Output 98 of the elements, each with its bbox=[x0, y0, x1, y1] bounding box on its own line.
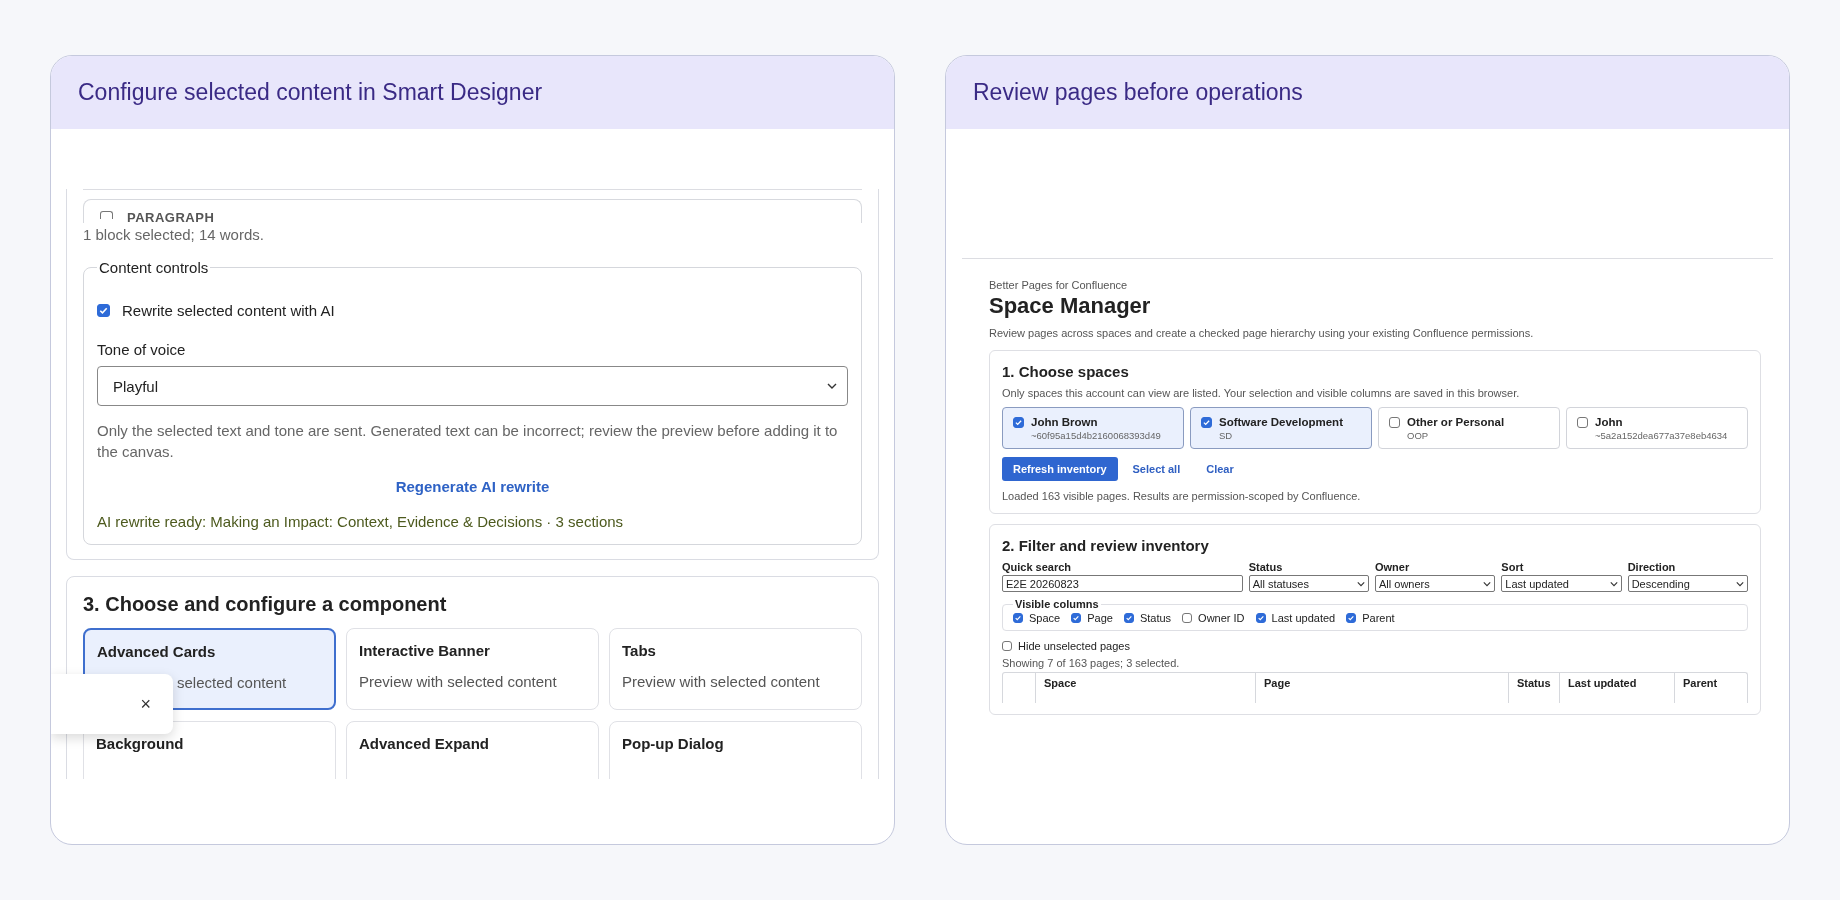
checkmark-icon bbox=[1124, 614, 1133, 622]
checkbox[interactable] bbox=[97, 304, 110, 317]
selection-summary: 1 block selected; 14 words. bbox=[83, 226, 265, 243]
checkmark-icon bbox=[1014, 614, 1022, 622]
checkbox[interactable] bbox=[1201, 417, 1212, 428]
checkbox[interactable] bbox=[1071, 613, 1082, 623]
checkbox-label: Page bbox=[1087, 612, 1113, 624]
hint-text: Only spaces this account can view are listed. Your selection and visible columns are saved in this browser. bbox=[1002, 387, 1521, 399]
checkmark-icon bbox=[1256, 614, 1265, 622]
filter-dropdown[interactable]: Descending bbox=[1627, 575, 1748, 592]
checkmark-icon bbox=[1202, 418, 1211, 427]
group-legend: Visible columns bbox=[1013, 598, 1101, 610]
filter-dropdown[interactable]: All owners bbox=[1375, 575, 1496, 592]
filter-dropdown[interactable]: All statuses bbox=[1248, 575, 1369, 592]
component-description: Preview with selected content bbox=[359, 673, 558, 690]
component-card[interactable]: Pop-up Dialog bbox=[609, 721, 862, 779]
space-option[interactable]: John ~5a2a152dea677a37e8eb4634 bbox=[1566, 407, 1748, 449]
component-description: selected content bbox=[176, 674, 288, 691]
checkbox-label: Owner ID bbox=[1198, 612, 1245, 624]
space-name: Software Development bbox=[1219, 416, 1343, 428]
space-name: Other or Personal bbox=[1407, 416, 1505, 428]
checkbox-label: Space bbox=[1029, 612, 1061, 624]
app-brand: Better Pages for Confluence bbox=[989, 279, 1129, 291]
status-text: Loaded 163 visible pages. Results are permission-scoped by Confluence. bbox=[1002, 490, 1362, 502]
search-field[interactable]: E2E 20260823 bbox=[1002, 575, 1243, 592]
checkbox[interactable] bbox=[1002, 641, 1012, 651]
checkbox-label: Status bbox=[1139, 612, 1172, 624]
column-header: Space bbox=[1035, 673, 1255, 703]
chevron-down-icon bbox=[1736, 580, 1744, 587]
group-legend: Content controls bbox=[97, 259, 211, 276]
disclaimer-text: Only the selected text and tone are sent. Generated text can be incorrect; review the preview before adding it to the canvas. bbox=[97, 421, 839, 462]
section-heading: 3. Choose and configure a component bbox=[83, 593, 448, 616]
component-name: Background bbox=[96, 735, 185, 752]
checkbox[interactable] bbox=[1013, 613, 1023, 623]
component-card[interactable]: Tabs Preview with selected content bbox=[609, 628, 862, 710]
component-name: Interactive Banner bbox=[359, 642, 491, 659]
checkbox-label: Parent bbox=[1362, 612, 1395, 624]
checkbox[interactable] bbox=[1389, 417, 1400, 428]
block-type-label: PARAGRAPH bbox=[127, 211, 215, 223]
column-header: Status bbox=[1508, 673, 1559, 703]
section-heading: 1. Choose spaces bbox=[1002, 363, 1130, 380]
checkmark-icon bbox=[1347, 614, 1356, 622]
checkbox[interactable] bbox=[1182, 613, 1193, 623]
space-key: ~5a2a152dea677a37e8eb4634 bbox=[1595, 430, 1728, 441]
chevron-down-icon bbox=[1483, 580, 1492, 587]
field-label: Tone of voice bbox=[97, 341, 187, 358]
component-description: Preview with selected content bbox=[622, 673, 821, 690]
tone-dropdown[interactable]: Playful bbox=[97, 366, 848, 406]
column-header: Page bbox=[1255, 673, 1508, 703]
link-button[interactable]: Clear bbox=[1195, 457, 1245, 481]
checkbox-label: Rewrite selected content with AI bbox=[122, 302, 335, 319]
field-label: Owner bbox=[1375, 561, 1411, 573]
checkbox-label: Last updated bbox=[1271, 612, 1336, 624]
column-header: Last updated bbox=[1559, 673, 1674, 703]
refresh-button[interactable]: Refresh inventory bbox=[1002, 457, 1118, 481]
space-option[interactable]: Other or Personal OOP bbox=[1378, 407, 1560, 449]
page-heading: Space Manager bbox=[989, 293, 1152, 319]
checkmark-icon bbox=[98, 305, 109, 316]
checkbox[interactable] bbox=[1577, 417, 1588, 428]
space-name: John bbox=[1595, 416, 1624, 428]
checkbox[interactable] bbox=[1013, 417, 1024, 428]
component-card[interactable]: Interactive Banner Preview with selected content bbox=[346, 628, 599, 710]
checkbox[interactable] bbox=[100, 211, 113, 219]
field-label: Quick search bbox=[1002, 561, 1073, 573]
field-label: Status bbox=[1248, 561, 1284, 573]
chevron-down-icon bbox=[827, 383, 837, 389]
checkbox-label: Hide unselected pages bbox=[1018, 640, 1130, 652]
intro-text: Review pages across spaces and create a checked page hierarchy using your existing Confluence permissions. bbox=[989, 327, 1535, 339]
column-header: Parent bbox=[1674, 673, 1740, 703]
space-option[interactable]: John Brown ~60f95a15d4b2160068393d49 bbox=[1002, 407, 1184, 449]
component-name: Tabs bbox=[622, 642, 657, 659]
filter-dropdown[interactable]: Last updated bbox=[1501, 575, 1622, 592]
checkbox[interactable] bbox=[1255, 613, 1266, 623]
space-option[interactable]: Software Development SD bbox=[1190, 407, 1372, 449]
component-name: Advanced Cards bbox=[97, 643, 217, 660]
panel-title: Configure selected content in Smart Designer bbox=[78, 79, 543, 106]
checkmark-icon bbox=[1072, 614, 1081, 622]
space-key: ~60f95a15d4b2160068393d49 bbox=[1031, 430, 1161, 441]
chevron-down-icon bbox=[1357, 580, 1365, 587]
space-key: OOP bbox=[1407, 430, 1505, 441]
component-card[interactable]: Advanced Expand bbox=[346, 721, 599, 779]
paragraph-block[interactable]: PARAGRAPH bbox=[83, 199, 862, 223]
count-text: Showing 7 of 163 pages; 3 selected. bbox=[1002, 657, 1181, 669]
status-message: AI rewrite ready: Making an Impact: Context, Evidence & Decisions · 3 sections bbox=[97, 513, 625, 530]
component-name: Pop-up Dialog bbox=[622, 735, 725, 752]
checkmark-icon bbox=[1014, 418, 1023, 427]
checkbox[interactable] bbox=[1346, 613, 1357, 623]
space-key: SD bbox=[1219, 430, 1343, 441]
field-label: Direction bbox=[1627, 561, 1677, 573]
section-heading: 2. Filter and review inventory bbox=[1002, 537, 1210, 554]
regenerate-button[interactable]: Regenerate AI rewrite bbox=[389, 474, 556, 499]
field-label: Sort bbox=[1501, 561, 1525, 573]
chevron-down-icon bbox=[1609, 580, 1618, 587]
checkbox[interactable] bbox=[1123, 613, 1134, 623]
panel-title: Review pages before operations bbox=[973, 79, 1303, 106]
component-name: Advanced Expand bbox=[359, 735, 491, 752]
space-name: John Brown bbox=[1031, 416, 1099, 428]
link-button[interactable]: Select all bbox=[1121, 457, 1192, 481]
